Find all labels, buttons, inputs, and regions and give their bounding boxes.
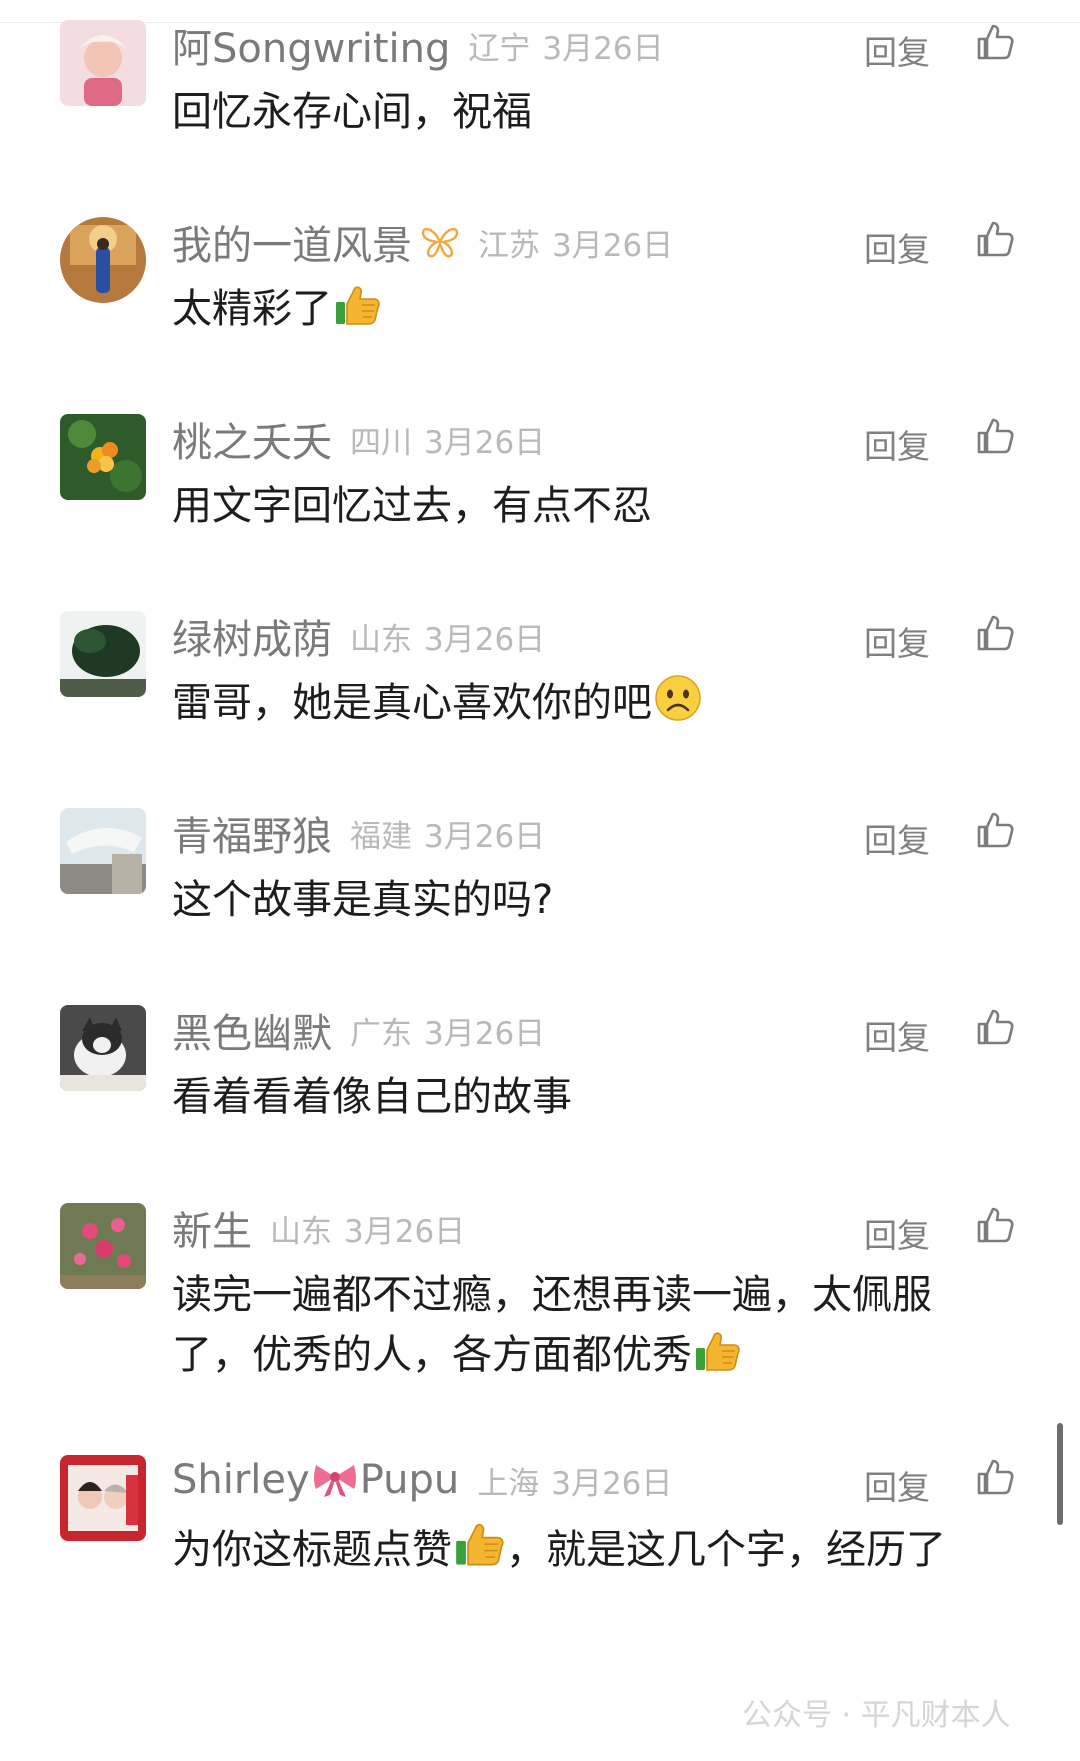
comment-text: 回忆永存心间，祝福 [172, 82, 1022, 142]
comment-text-line: 了，优秀的人，各方面都优秀 [172, 1325, 1022, 1385]
avatar[interactable] [60, 1455, 146, 1541]
thumbs-up-emoji [454, 1517, 506, 1569]
reply-button[interactable]: 回复 [864, 1011, 930, 1059]
username[interactable]: 黑色幽默 [172, 1001, 332, 1059]
comment-text-content: 雷哥，她是真心喜欢你的吧 [172, 680, 652, 726]
username[interactable]: 绿树成荫 [172, 607, 332, 665]
scrollbar[interactable] [1057, 1423, 1063, 1525]
watermark: 公众号 · 平凡财本人 [742, 1698, 1011, 1733]
butterfly-badge-icon [420, 224, 460, 260]
date-label: 3月26日 [552, 227, 674, 264]
date-label: 3月26日 [424, 424, 546, 461]
reply-button[interactable]: 回复 [864, 814, 930, 862]
reply-button[interactable]: 回复 [864, 1461, 930, 1509]
username[interactable]: 新生 [172, 1199, 252, 1257]
comment-text-content: 这个故事是真实的吗? [172, 877, 554, 923]
like-icon[interactable] [975, 613, 1015, 653]
comment-meta: 桃之夭夭 四川 3月26日 [172, 416, 546, 466]
comment-text-content: 太精彩了 [172, 286, 332, 332]
avatar[interactable] [60, 808, 146, 894]
avatar[interactable] [60, 217, 146, 303]
comment-text: 读完一遍都不过瘾，还想再读一遍，太佩服 了，优秀的人，各方面都优秀 [172, 1265, 1022, 1385]
comment-meta: Shirley Pupu 上海 3月26日 [172, 1457, 672, 1503]
username[interactable]: Shirley Pupu [172, 1457, 459, 1503]
comment-text: 这个故事是真实的吗? [172, 870, 1022, 930]
username-part: Pupu [359, 1457, 460, 1503]
comment-meta: 黑色幽默 广东 3月26日 [172, 1007, 546, 1057]
region-label: 福建 [350, 818, 412, 855]
date-label: 3月26日 [424, 621, 546, 658]
comment-meta: 阿Songwriting 辽宁 3月26日 [172, 22, 664, 72]
username[interactable]: 青福野狼 [172, 804, 332, 862]
date-label: 3月26日 [344, 1213, 466, 1250]
avatar[interactable] [60, 611, 146, 697]
region-label: 江苏 [478, 227, 540, 264]
comment-meta: 青福野狼 福建 3月26日 [172, 810, 546, 860]
comment-text-content: 回忆永存心间，祝福 [172, 89, 532, 135]
reply-button[interactable]: 回复 [864, 1209, 930, 1257]
comment-text: 雷哥，她是真心喜欢你的吧 [172, 673, 1022, 733]
reply-button[interactable]: 回复 [864, 617, 930, 665]
reply-button[interactable]: 回复 [864, 420, 930, 468]
username[interactable]: 我的一道风景 [172, 213, 412, 271]
username[interactable]: 桃之夭夭 [172, 410, 332, 468]
region-label: 山东 [270, 1213, 332, 1250]
avatar[interactable] [60, 1005, 146, 1091]
region-label: 辽宁 [468, 30, 531, 67]
reply-button[interactable]: 回复 [864, 223, 930, 271]
like-icon[interactable] [975, 810, 1015, 850]
ribbon-bow-icon [313, 1465, 356, 1497]
like-icon[interactable] [975, 1205, 1015, 1245]
comment-text-content: 为你这标题点赞 [172, 1527, 452, 1573]
comment-meta: 我的一道风景 江苏 3月26日 [172, 219, 674, 269]
like-icon[interactable] [975, 1457, 1015, 1497]
comment-text: 为你这标题点赞 ，就是这几个字，经历了 [172, 1517, 1022, 1580]
comment-text-content: 了，优秀的人，各方面都优秀 [172, 1332, 692, 1378]
comment-text-content: ，就是这几个字，经历了 [506, 1527, 946, 1573]
like-icon[interactable] [975, 416, 1015, 456]
comment-text-content: 用文字回忆过去，有点不忍 [172, 483, 652, 529]
avatar[interactable] [60, 414, 146, 500]
comment-text: 太精彩了 [172, 279, 1022, 339]
avatar[interactable] [60, 20, 146, 106]
region-label: 广东 [350, 1015, 412, 1052]
region-label: 上海 [477, 1465, 540, 1502]
like-icon[interactable] [975, 219, 1015, 259]
date-label: 3月26日 [551, 1465, 673, 1502]
date-label: 3月26日 [424, 818, 546, 855]
thumbs-up-emoji [694, 1326, 742, 1374]
comment-text-content: 看着看着像自己的故事 [172, 1074, 572, 1120]
comment-text-line: 读完一遍都不过瘾，还想再读一遍，太佩服 [172, 1272, 932, 1318]
region-label: 四川 [350, 424, 412, 461]
username[interactable]: 阿Songwriting [172, 16, 450, 74]
thumbs-up-emoji [334, 280, 382, 328]
like-icon[interactable] [975, 22, 1015, 62]
frowning-face-emoji [655, 675, 701, 721]
comment-meta: 新生 山东 3月26日 [172, 1205, 466, 1255]
comment-text: 用文字回忆过去，有点不忍 [172, 476, 1022, 536]
region-label: 山东 [350, 621, 412, 658]
comment-meta: 绿树成荫 山东 3月26日 [172, 613, 546, 663]
date-label: 3月26日 [424, 1015, 546, 1052]
like-icon[interactable] [975, 1007, 1015, 1047]
comment-text: 看着看着像自己的故事 [172, 1067, 1022, 1127]
reply-button[interactable]: 回复 [864, 26, 930, 74]
username-part: Shirley [172, 1457, 310, 1503]
avatar[interactable] [60, 1203, 146, 1289]
date-label: 3月26日 [542, 30, 664, 67]
